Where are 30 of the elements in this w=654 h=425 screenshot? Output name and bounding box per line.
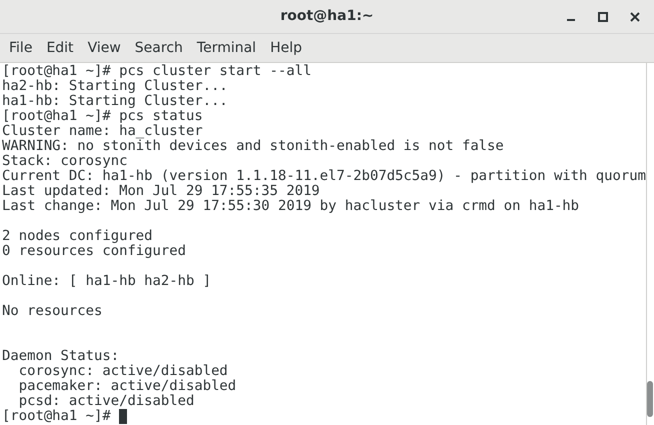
terminal-line: [root@ha1 ~]# pcs cluster start --all xyxy=(2,64,312,79)
menu-item[interactable]: View xyxy=(80,38,128,58)
terminal-line: Daemon Status: xyxy=(2,349,120,364)
maximize-icon[interactable] xyxy=(598,12,608,22)
terminal-line: 2 nodes configured xyxy=(2,229,154,244)
terminal-line: Cluster name: ha_cluster xyxy=(2,124,204,139)
menu-item[interactable]: Terminal xyxy=(190,38,264,58)
menu-item[interactable]: File xyxy=(2,38,40,58)
close-icon[interactable] xyxy=(630,12,640,22)
terminal-line: corosync: active/disabled xyxy=(18,364,229,379)
terminal-line: [root@ha1 ~]# xyxy=(2,409,111,424)
terminal-line: ha1-hb: Starting Cluster... xyxy=(2,94,229,109)
menu-item[interactable]: Edit xyxy=(39,38,81,58)
terminal-line: No resources xyxy=(2,304,104,319)
terminal-line: Stack: corosync xyxy=(2,154,128,169)
terminal-line: Current DC: ha1-hb (version 1.1.18-11.el7-2b07d5c5a9) - partition with quorum xyxy=(2,169,646,184)
terminal-line: 0 resources configured xyxy=(2,244,187,259)
terminal-line: pacemaker: active/disabled xyxy=(18,379,238,394)
terminal-line: [root@ha1 ~]# pcs status xyxy=(2,109,204,124)
terminal-line: Last updated: Mon Jul 29 17:55:35 2019 xyxy=(2,184,321,199)
menu-item[interactable]: Search xyxy=(128,38,190,58)
terminal-line: pcsd: active/disabled xyxy=(18,394,196,409)
cursor xyxy=(118,409,127,424)
window-title: root@ha1:~ xyxy=(280,7,374,26)
terminal-line: ha2-hb: Starting Cluster... xyxy=(2,79,229,94)
terminal-line: WARNING: no stonith devices and stonith-enabled is not false xyxy=(2,139,505,154)
terminal-line: Online: [ ha1-hb ha2-hb ] xyxy=(2,274,212,289)
terminal-line: Last change: Mon Jul 29 17:55:30 2019 by hacluster via crmd on ha1-hb xyxy=(2,199,580,214)
scrollbar-thumb[interactable] xyxy=(647,381,654,417)
menu-item[interactable]: Help xyxy=(263,38,309,58)
